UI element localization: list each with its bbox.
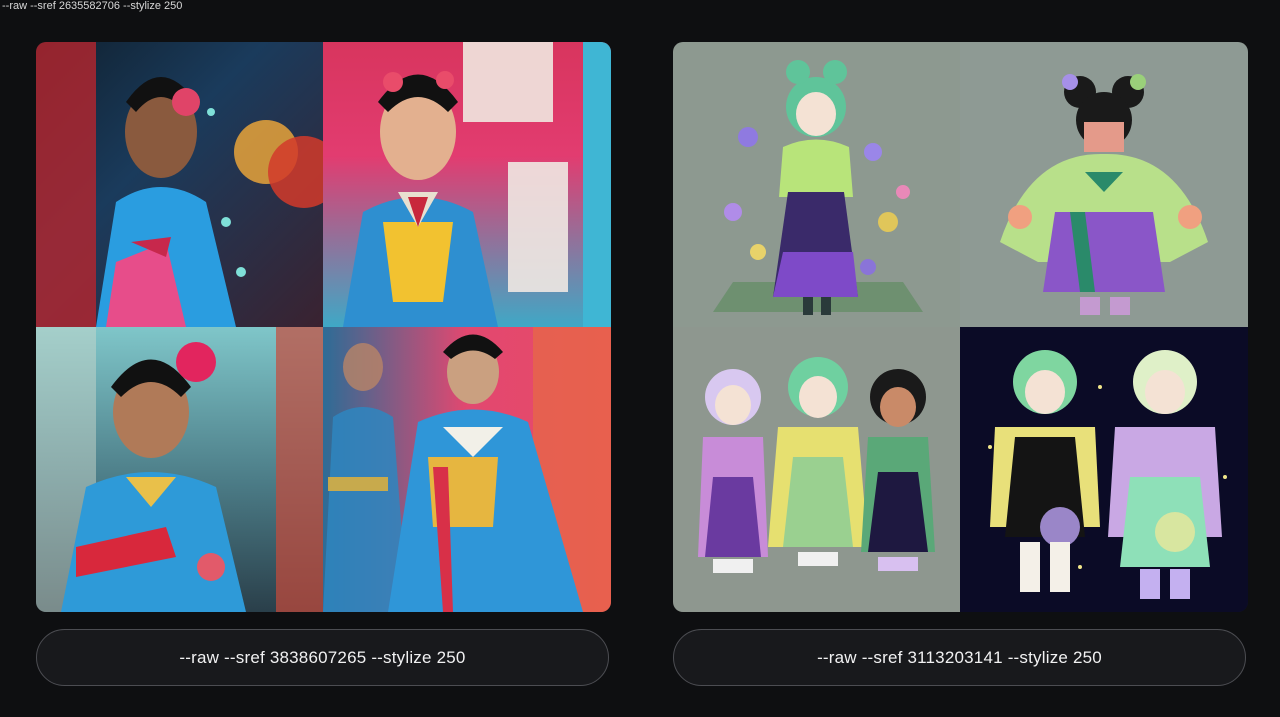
top-caption: --raw --sref 2635582706 --stylize 250 — [2, 0, 183, 12]
image-tile-right-3[interactable] — [673, 327, 960, 612]
image-tile-right-2[interactable] — [960, 42, 1248, 327]
image-tile-left-4[interactable] — [323, 327, 611, 612]
image-tile-right-1[interactable] — [673, 42, 960, 327]
image-tile-right-4[interactable] — [960, 327, 1248, 612]
image-grid-right[interactable] — [673, 42, 1248, 612]
prompt-label-right[interactable]: --raw --sref 3113203141 --stylize 250 — [673, 629, 1246, 686]
image-tile-left-2[interactable] — [323, 42, 611, 327]
prompt-label-left[interactable]: --raw --sref 3838607265 --stylize 250 — [36, 629, 609, 686]
image-tile-left-1[interactable] — [36, 42, 323, 327]
image-tile-left-3[interactable] — [36, 327, 323, 612]
image-grid-left[interactable] — [36, 42, 611, 612]
